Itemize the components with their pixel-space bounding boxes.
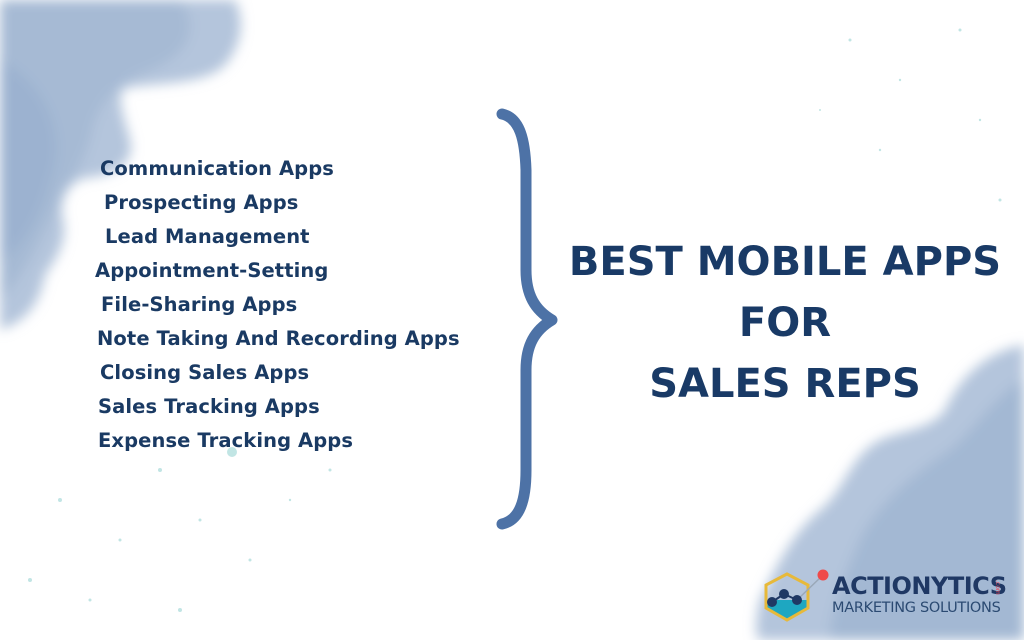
list-item: Closing Sales Apps (100, 361, 310, 384)
list-item: Note Taking And Recording Apps (97, 327, 460, 350)
list-item: Expense Tracking Apps (98, 429, 354, 452)
headline-line-3: SALES REPS (649, 361, 921, 407)
list-item: Communication Apps (100, 157, 335, 180)
list-item: Lead Management (105, 225, 310, 248)
headline-line-2: FOR (738, 300, 832, 346)
logo-suffix: .com (994, 580, 1001, 595)
logo-hexagon-icon (764, 569, 829, 622)
list-item: Prospecting Apps (104, 191, 299, 214)
logo-name: ACTIONYTICS (832, 572, 1007, 600)
list-item: Appointment-Setting (95, 259, 329, 282)
list-item: Sales Tracking Apps (98, 395, 320, 418)
logo-tagline: MARKETING SOLUTIONS (832, 600, 1001, 616)
list-item: File-Sharing Apps (101, 293, 298, 316)
actionytics-logo: ACTIONYTICS .com MARKETING SOLUTIONS (762, 568, 1022, 628)
headline-line-1: BEST MOBILE APPS (568, 239, 1002, 285)
